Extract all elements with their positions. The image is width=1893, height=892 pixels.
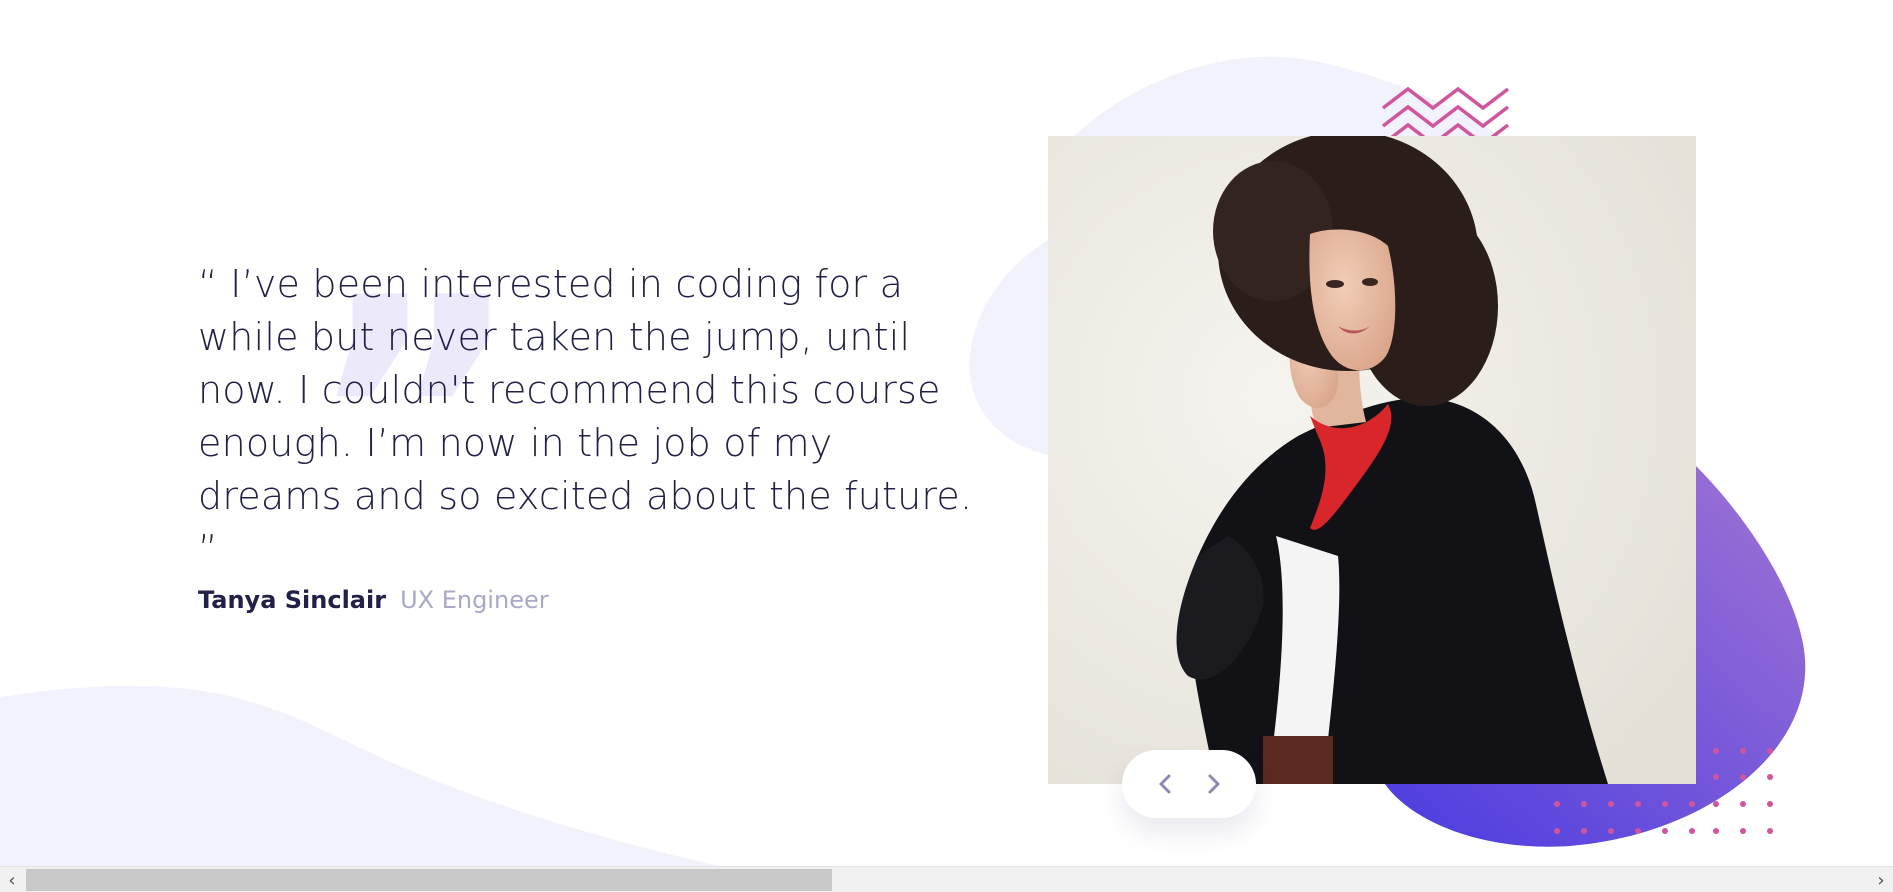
scrollbar-thumb[interactable]: [26, 869, 832, 891]
horizontal-scrollbar[interactable]: ‹ ›: [0, 866, 1893, 892]
scroll-left-arrow-icon[interactable]: ‹: [0, 867, 24, 892]
chevron-left-icon: [1159, 774, 1170, 794]
testimonial-quote: “ I’ve been interested in coding for a w…: [198, 262, 973, 571]
testimonial-photo: [1048, 136, 1696, 784]
portrait-illustration: [1048, 136, 1696, 784]
bottom-wave-blob: [0, 685, 720, 866]
author-row: Tanya Sinclair UX Engineer: [198, 586, 978, 614]
slider-controls: [1122, 750, 1256, 818]
scroll-right-arrow-icon[interactable]: ›: [1869, 867, 1893, 892]
author-role: UX Engineer: [400, 586, 549, 614]
previous-button[interactable]: [1145, 764, 1185, 804]
testimonial: “ I’ve been interested in coding for a w…: [198, 258, 978, 614]
author-name: Tanya Sinclair: [198, 586, 387, 614]
next-button[interactable]: [1194, 764, 1234, 804]
chevron-right-icon: [1208, 774, 1219, 794]
